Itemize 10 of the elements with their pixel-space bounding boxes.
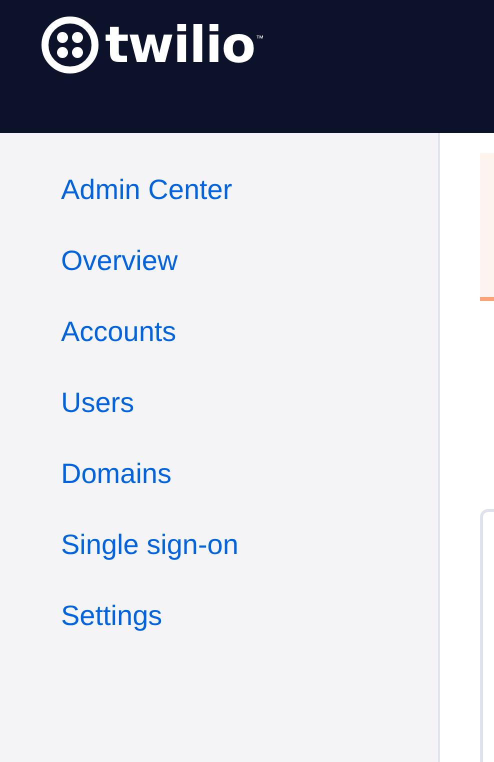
- nav-link[interactable]: Users: [61, 379, 134, 427]
- nav-link[interactable]: Overview: [61, 237, 178, 285]
- logo-text: twilio: [105, 16, 255, 74]
- nav-link[interactable]: Accounts: [61, 308, 176, 356]
- nav-link[interactable]: Single sign-on: [61, 521, 238, 569]
- nav-link[interactable]: Domains: [61, 450, 172, 498]
- nav-link[interactable]: Admin Center: [61, 166, 232, 214]
- logo-icon: [41, 16, 99, 74]
- nav-link[interactable]: Settings: [61, 592, 162, 640]
- trademark: ™: [256, 34, 264, 43]
